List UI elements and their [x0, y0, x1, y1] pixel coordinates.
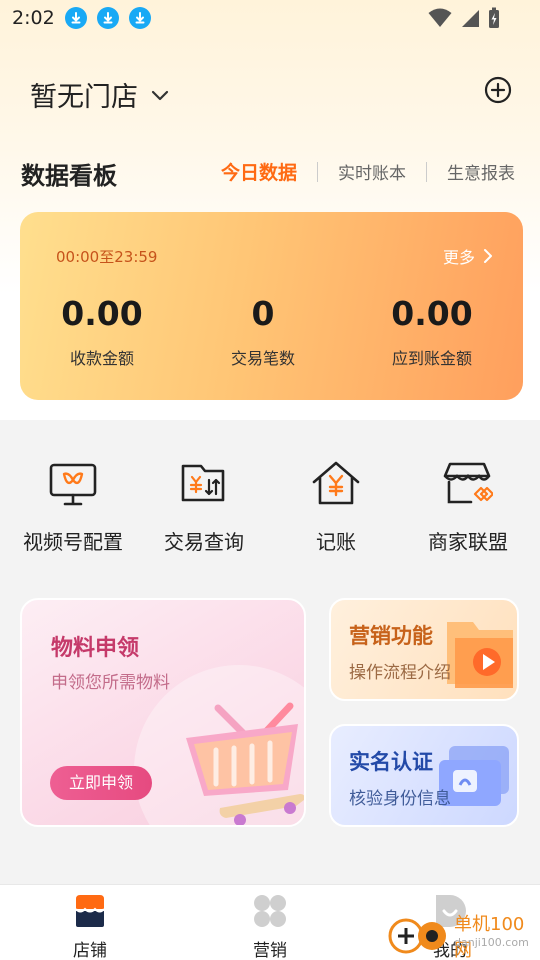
marketing-grid-icon [254, 895, 286, 927]
metric-expected-amount[interactable]: 0.00 应到账金额 [342, 294, 522, 369]
more-label: 更多 [442, 248, 475, 267]
action-label: 交易查询 [164, 530, 244, 554]
tab-realtime-ledger[interactable]: 实时账本 [338, 159, 406, 184]
tab-divider [317, 161, 318, 182]
promo-verification-card[interactable]: 实名认证 核验身份信息 [329, 724, 519, 827]
store-name: 暂无门店 [30, 81, 138, 113]
more-link[interactable]: 更多 [443, 244, 493, 268]
transaction-query-icon [181, 464, 225, 502]
action-video-channel[interactable]: 视频号配置 [8, 460, 138, 555]
watermark-url: danji100.com [454, 936, 529, 949]
promo-subtitle: 操作流程介绍 [349, 663, 451, 683]
metric-value: 0.00 [61, 294, 143, 333]
bookkeeping-icon [312, 461, 360, 505]
watermark-text: 单机100网 [454, 914, 525, 960]
folder-play-illustration [447, 622, 513, 688]
metric-received-amount[interactable]: 0.00 收款金额 [12, 294, 192, 369]
dashboard-tabs: 今日数据 实时账本 生意报表 [221, 158, 515, 185]
data-summary-card: 00:00至23:59 更多 0.00 收款金额 0 交易笔数 0.00 应到账… [20, 212, 523, 400]
metric-transaction-count[interactable]: 0 交易笔数 [173, 294, 353, 369]
metric-value: 0.00 [391, 294, 473, 333]
store-icon [75, 895, 105, 927]
status-time: 2:02 [12, 7, 55, 29]
metric-value: 0 [251, 294, 275, 333]
signal-icon [462, 10, 479, 27]
action-label: 记账 [316, 530, 356, 554]
time-range-label: 00:00至23:59 [56, 248, 158, 266]
chevron-right-icon [484, 249, 492, 263]
tab-divider [426, 161, 427, 182]
promo-title: 实名认证 [349, 750, 433, 774]
action-transaction-query[interactable]: 交易查询 [139, 460, 269, 555]
dashboard-title: 数据看板 [21, 162, 117, 190]
watermark-logo-icon [388, 918, 446, 954]
merchant-alliance-icon [443, 462, 495, 504]
nav-label: 营销 [253, 941, 287, 960]
video-channel-icon [49, 463, 97, 506]
promo-title: 物料申领 [51, 636, 140, 661]
tab-business-report[interactable]: 生意报表 [447, 159, 515, 184]
action-label: 商家联盟 [428, 530, 508, 554]
promo-materials-card[interactable]: 物料申领 申领您所需物料 立即申领 [20, 598, 306, 827]
store-selector[interactable]: 暂无门店 [30, 74, 170, 114]
download-notification-icon [96, 7, 119, 29]
promo-marketing-card[interactable]: 营销功能 操作流程介绍 [329, 598, 519, 701]
site-watermark: 单机100网 danji100.com [388, 908, 538, 960]
quick-actions: 视频号配置 交易查询 记账 商家联盟 [0, 460, 540, 560]
download-notification-icon [128, 7, 151, 29]
nav-store[interactable]: 店铺 [30, 893, 150, 960]
chevron-down-icon [151, 90, 169, 101]
tab-today-data[interactable]: 今日数据 [221, 158, 297, 185]
action-merchant-alliance[interactable]: 商家联盟 [403, 460, 533, 555]
metric-label: 应到账金额 [391, 349, 472, 368]
battery-icon [489, 7, 499, 28]
nav-marketing[interactable]: 营销 [210, 893, 330, 960]
wifi-icon [428, 8, 452, 27]
metric-label: 交易笔数 [230, 349, 295, 368]
action-bookkeeping[interactable]: 记账 [271, 460, 401, 555]
status-bar: 2:02 [0, 0, 540, 36]
metric-label: 收款金额 [69, 349, 134, 368]
nav-label: 店铺 [73, 941, 107, 960]
promo-subtitle: 申领您所需物料 [51, 673, 170, 693]
shopping-basket-illustration [186, 702, 304, 825]
download-notification-icon [64, 7, 87, 29]
promo-subtitle: 核验身份信息 [349, 789, 451, 809]
apply-now-button[interactable]: 立即申领 [50, 766, 152, 800]
add-circle-icon[interactable] [484, 76, 512, 104]
action-label: 视频号配置 [23, 530, 123, 554]
promo-title: 营销功能 [349, 624, 433, 648]
